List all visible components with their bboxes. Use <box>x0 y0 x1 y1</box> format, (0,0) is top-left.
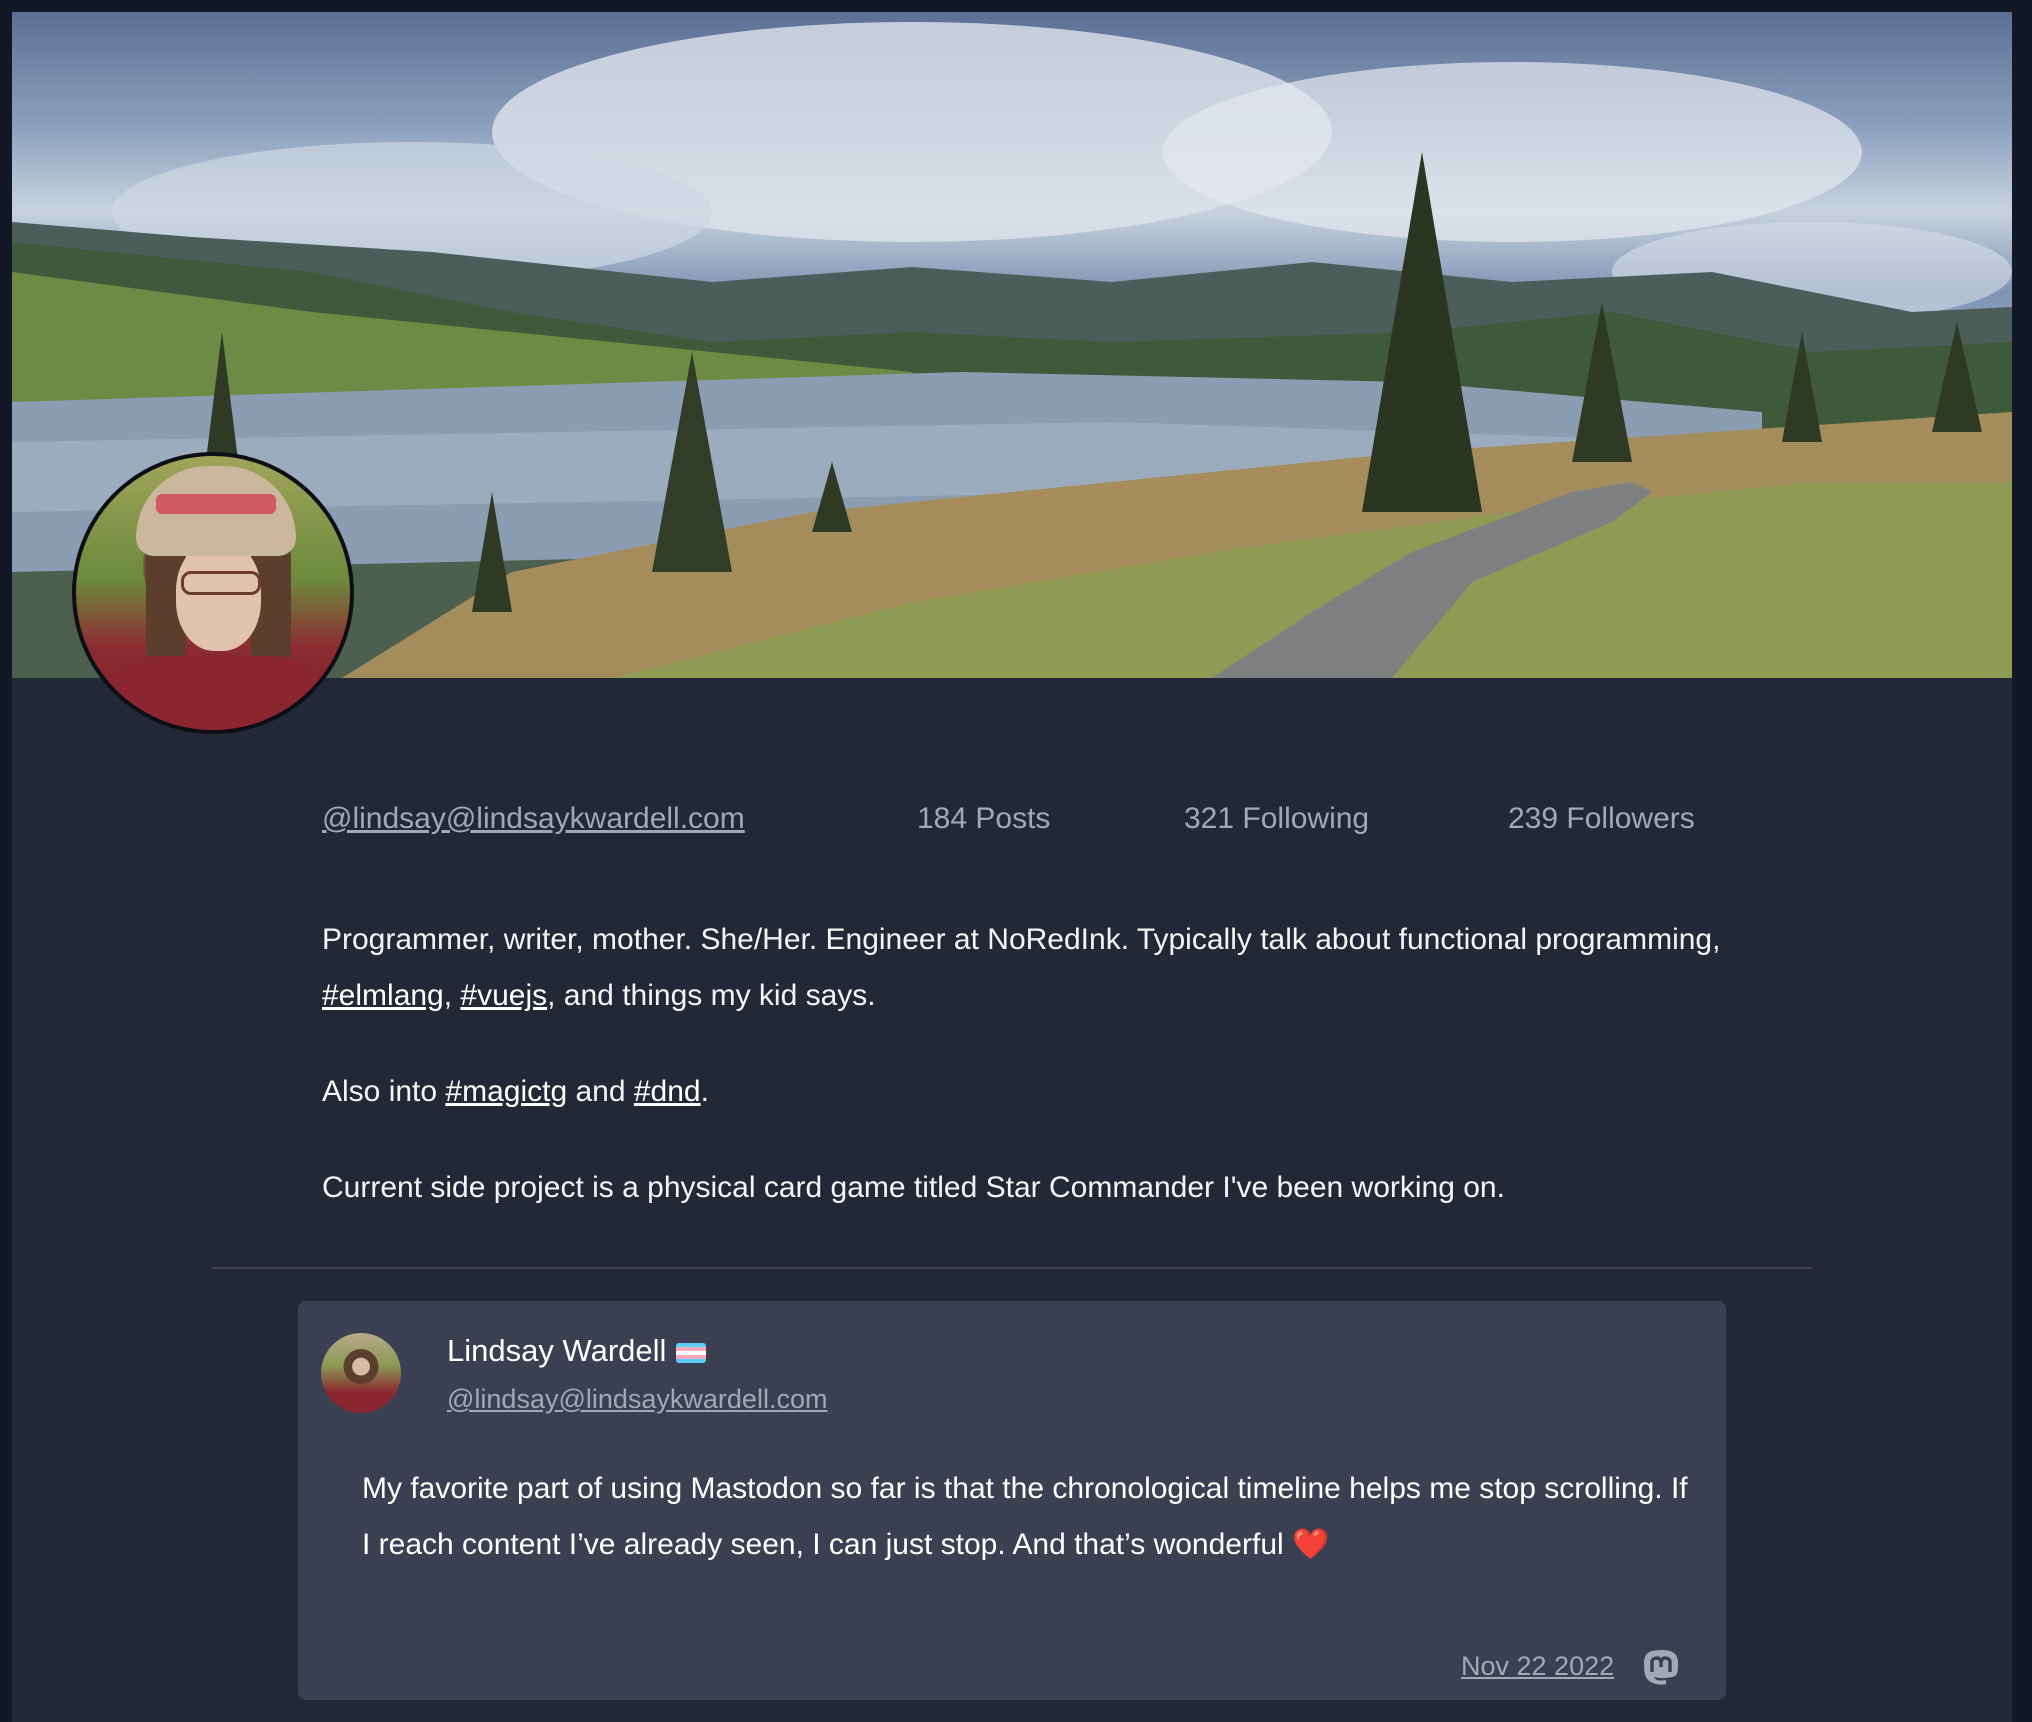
bio-paragraph: Current side project is a physical card … <box>322 1171 1505 1204</box>
bio-text: Programmer, writer, mother. She/Her. Eng… <box>322 923 1721 956</box>
post-content: My favorite part of using Mastodon so fa… <box>362 1472 1688 1561</box>
following-count: 321 Following <box>1184 802 1370 835</box>
hashtag-link-magictg[interactable]: #magictg <box>445 1075 567 1108</box>
profile-bio: Programmer, writer, mother. She/Her. Eng… <box>322 912 1722 1256</box>
avatar-face <box>176 541 261 651</box>
profile-avatar[interactable] <box>72 452 354 734</box>
hashtag-link-elmlang[interactable]: #elmlang <box>322 979 444 1012</box>
bio-text: , <box>443 979 461 1012</box>
avatar-hat-band <box>156 494 276 514</box>
bio-paragraph: Also into #magictg and #dnd. <box>322 1064 1722 1120</box>
bio-paragraph: Programmer, writer, mother. She/Her. Eng… <box>322 912 1722 1024</box>
avatar-clothing <box>96 656 336 730</box>
post-card: Lindsay Wardell @lindsay@lindsaykwardell… <box>298 1301 1726 1700</box>
author-name-text: Lindsay Wardell <box>447 1333 667 1368</box>
bio-text: . <box>700 1075 709 1108</box>
bio-text: , and things my kid says. <box>547 979 876 1012</box>
profile-page: @lindsay@lindsaykwardell.com 184 Posts 3… <box>12 12 2012 1722</box>
followers-count: 239 Followers <box>1508 802 1695 835</box>
post-date-link[interactable]: Nov 22 2022 <box>1461 1651 1614 1682</box>
mastodon-icon[interactable] <box>1642 1649 1680 1689</box>
profile-stats: @lindsay@lindsaykwardell.com 184 Posts 3… <box>12 802 2012 852</box>
hashtag-link-dnd[interactable]: #dnd <box>634 1075 701 1108</box>
transgender-flag-icon <box>676 1342 707 1363</box>
post-author-avatar[interactable] <box>321 1333 401 1413</box>
section-divider <box>212 1267 1812 1269</box>
profile-handle-link[interactable]: @lindsay@lindsaykwardell.com <box>322 802 745 836</box>
bio-text: and <box>567 1075 634 1108</box>
post-author-name: Lindsay Wardell <box>447 1333 707 1369</box>
post-author-handle-link[interactable]: @lindsay@lindsaykwardell.com <box>447 1384 827 1415</box>
bio-text: Also into <box>322 1075 446 1108</box>
posts-count: 184 Posts <box>917 802 1051 835</box>
hashtag-link-vuejs[interactable]: #vuejs <box>460 979 547 1012</box>
avatar-glasses <box>181 571 261 595</box>
